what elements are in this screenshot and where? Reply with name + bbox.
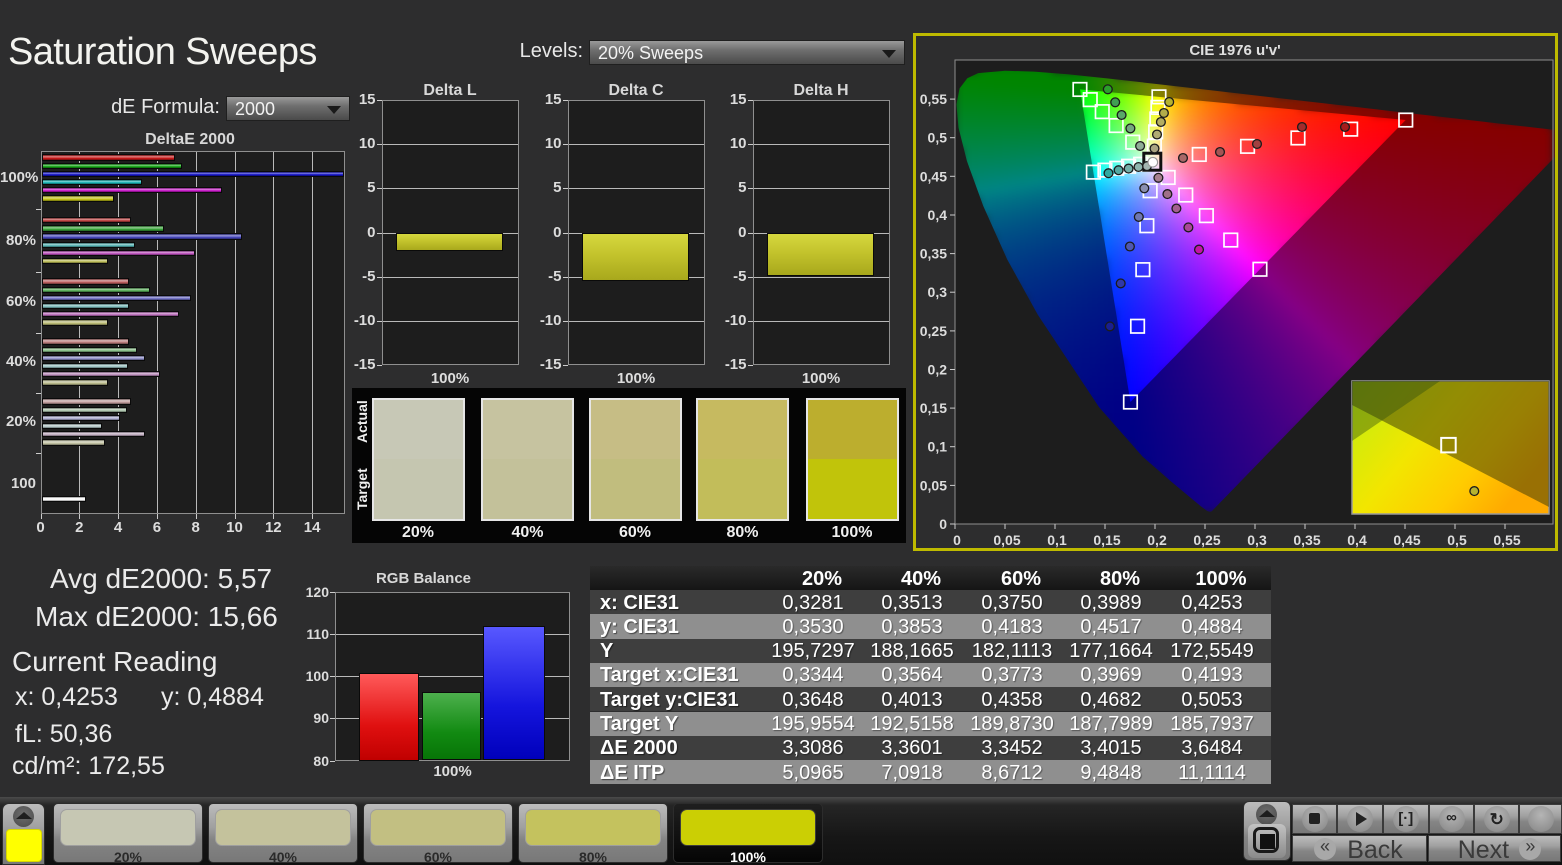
svg-text:0: 0 <box>953 532 961 548</box>
svg-text:0,35: 0,35 <box>920 246 947 262</box>
svg-text:0,55: 0,55 <box>920 91 947 107</box>
svg-text:0,5: 0,5 <box>1447 532 1467 548</box>
svg-text:0,05: 0,05 <box>920 477 947 493</box>
svg-text:0: 0 <box>939 516 947 532</box>
svg-text:0,4: 0,4 <box>1347 532 1367 548</box>
svg-text:0,45: 0,45 <box>920 168 947 184</box>
svg-text:CIE 1976 u'v': CIE 1976 u'v' <box>1189 42 1280 59</box>
svg-text:0,2: 0,2 <box>1147 532 1167 548</box>
svg-text:0,15: 0,15 <box>1093 532 1120 548</box>
svg-text:0,3: 0,3 <box>928 284 948 300</box>
svg-text:0,15: 0,15 <box>920 400 947 416</box>
svg-text:0,4: 0,4 <box>928 207 948 223</box>
svg-text:0,1: 0,1 <box>1047 532 1067 548</box>
svg-text:0,35: 0,35 <box>1293 532 1320 548</box>
svg-text:0,25: 0,25 <box>920 323 947 339</box>
svg-text:0,1: 0,1 <box>928 439 948 455</box>
svg-text:0,25: 0,25 <box>1193 532 1220 548</box>
svg-text:0,55: 0,55 <box>1493 532 1520 548</box>
svg-text:0,3: 0,3 <box>1247 532 1267 548</box>
svg-text:0,45: 0,45 <box>1393 532 1420 548</box>
svg-text:0,2: 0,2 <box>928 362 948 378</box>
svg-text:0,5: 0,5 <box>928 130 948 146</box>
svg-text:0,05: 0,05 <box>993 532 1020 548</box>
